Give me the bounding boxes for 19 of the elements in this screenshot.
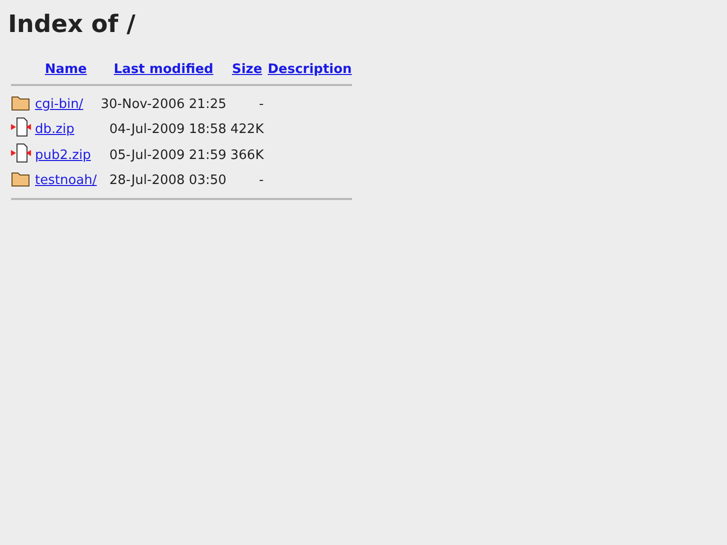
modified-date: 04-Jul-2009 18:58 (109, 122, 226, 136)
file-size: - (259, 172, 264, 188)
file-link[interactable]: db.zip (35, 122, 74, 136)
file-size: 366K (230, 148, 264, 162)
column-header-link[interactable]: Description (268, 62, 352, 77)
modified-date: 28-Jul-2008 03:50 (109, 172, 226, 188)
file-link[interactable]: cgi-bin/ (35, 96, 84, 112)
modified-date: 30-Nov-2006 21:25 (100, 96, 226, 112)
modified-date: 05-Jul-2009 21:59 (109, 148, 226, 162)
file-link[interactable]: testnoah/ (35, 172, 97, 188)
file-icon (11, 143, 31, 163)
column-header-link[interactable]: Last modified (114, 62, 214, 77)
column-header-link[interactable]: Name (44, 62, 87, 77)
file-icon (11, 117, 31, 137)
column-header-link[interactable]: Size (232, 62, 262, 77)
file-size: 422K (230, 122, 264, 136)
file-link[interactable]: pub2.zip (35, 148, 91, 162)
file-size: - (259, 96, 264, 112)
page-title: Index of / (8, 10, 136, 38)
